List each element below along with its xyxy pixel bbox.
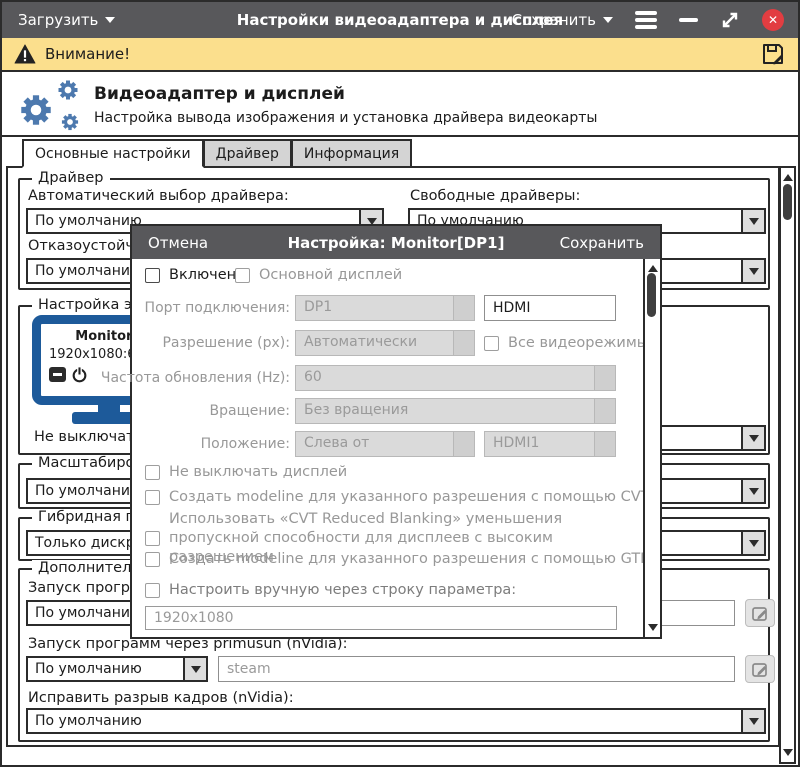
dpms-checkbox[interactable]	[145, 465, 160, 480]
enabled-checkbox-row: Включен	[145, 267, 236, 283]
minimize-icon[interactable]	[679, 18, 698, 22]
position-target-combo: HDMI1	[484, 431, 616, 457]
edit-pencil-icon	[751, 660, 769, 678]
tab-bar: Основные настройки Драйвер Информация	[22, 139, 412, 166]
chevron-down-icon	[603, 17, 613, 28]
cvt-label: Создать modeline для указанного разрешен…	[169, 489, 650, 505]
free-drivers-label: Свободные драйверы:	[410, 188, 580, 204]
cvt-checkbox[interactable]	[145, 490, 160, 505]
combo-button	[453, 432, 474, 456]
resolution-label: Разрешение (px):	[162, 330, 290, 356]
monitor-settings-dialog: Отмена Настройка: Monitor[DP1] Сохранить…	[130, 224, 662, 639]
all-videomodes-checkbox[interactable]	[484, 336, 499, 351]
chevron-down-icon	[105, 17, 115, 28]
rotation-label: Вращение:	[210, 398, 290, 424]
refresh-combo: 60	[295, 365, 616, 391]
enabled-label: Включен	[169, 267, 236, 283]
rotation-combo: Без вращения	[295, 398, 616, 424]
scroll-up-icon[interactable]	[781, 172, 794, 181]
combo-button	[594, 366, 615, 390]
page-title: Видеоадаптер и дисплей	[94, 84, 597, 104]
group-driver-title: Драйвер	[32, 170, 110, 186]
dropdown-arrow-icon	[749, 268, 759, 280]
tab-information[interactable]: Информация	[292, 139, 412, 168]
save-menu-button[interactable]: Сохранить	[512, 11, 613, 29]
dialog-cancel-button[interactable]: Отмена	[148, 234, 208, 252]
save-menu-label: Сохранить	[512, 11, 596, 29]
combo-button	[594, 399, 615, 423]
all-videomodes-label: Все видеорежимы	[508, 335, 648, 351]
warning-icon	[14, 44, 36, 64]
manual-row: Настроить вручную через строку параметра…	[145, 582, 516, 598]
position-combo: Слева от	[295, 431, 475, 457]
dropdown-arrow-icon	[749, 488, 759, 500]
page-subtitle: Настройка вывода изображения и установка…	[94, 110, 597, 126]
auto-driver-label: Автоматический выбор драйвера:	[28, 188, 289, 204]
dropdown-arrow-icon	[749, 718, 759, 730]
dpms-row: Не выключать дисплей	[145, 464, 347, 480]
dropdown-arrow-icon	[749, 218, 759, 230]
edit-pencil-icon	[751, 604, 769, 622]
dropdown-arrow-icon	[749, 540, 759, 552]
load-menu-button[interactable]: Загрузить	[2, 11, 115, 29]
optirun-edit-button[interactable]	[745, 599, 775, 627]
power-icon[interactable]	[71, 366, 88, 383]
port-label: Порт подключения:	[145, 295, 290, 321]
disable-display-icon[interactable]	[49, 367, 66, 382]
cvt-row: Создать modeline для указанного разрешен…	[145, 489, 650, 505]
combo-button	[594, 432, 615, 456]
app-header: Видеоадаптер и дисплей Настройка вывода …	[2, 74, 798, 137]
primus-dropdown[interactable]: По умолчанию	[26, 656, 208, 682]
warning-bar: Внимание!	[2, 38, 798, 72]
manual-label: Настроить вручную через строку параметра…	[169, 582, 516, 598]
refresh-label: Частота обновления (Hz):	[101, 365, 290, 391]
expand-icon[interactable]	[720, 10, 740, 30]
all-modes-row: Все видеорежимы	[484, 335, 648, 351]
scrollbar-thumb[interactable]	[647, 273, 656, 317]
primus-edit-button[interactable]	[745, 655, 775, 683]
gtf-checkbox[interactable]	[145, 552, 160, 567]
dialog-header: Отмена Настройка: Monitor[DP1] Сохранить	[132, 226, 660, 259]
cvt-rb-checkbox[interactable]	[145, 531, 160, 546]
monitor-stand	[98, 397, 120, 413]
scroll-down-icon[interactable]	[781, 749, 794, 758]
tearfree-dropdown[interactable]: По умолчанию	[26, 708, 766, 734]
gtf-label: Создать modeline для указанного разрешен…	[169, 551, 649, 567]
load-menu-label: Загрузить	[18, 11, 98, 29]
combo-button	[453, 331, 474, 355]
dialog-scrollbar[interactable]	[643, 259, 660, 637]
dropdown-arrow-icon	[191, 666, 201, 678]
primary-display-label: Основной дисплей	[259, 267, 402, 283]
port-input[interactable]	[484, 295, 616, 321]
combo-button	[453, 296, 474, 320]
gears-icon	[10, 76, 88, 134]
port-combo: DP1	[295, 295, 475, 321]
titlebar: Загрузить Настройки видеоадаптера и дисп…	[2, 2, 798, 38]
scroll-down-icon[interactable]	[645, 624, 660, 633]
primary-display-checkbox[interactable]	[235, 268, 250, 283]
enabled-checkbox[interactable]	[145, 268, 160, 283]
scroll-up-icon[interactable]	[645, 263, 660, 272]
dialog-save-button[interactable]: Сохранить	[560, 234, 644, 252]
primary-checkbox-row: Основной дисплей	[235, 267, 402, 283]
warning-text: Внимание!	[45, 45, 130, 63]
resolution-combo: Автоматически	[295, 330, 475, 356]
tab-driver[interactable]: Драйвер	[204, 139, 292, 168]
page-scrollbar[interactable]	[779, 166, 796, 764]
tab-main-settings[interactable]: Основные настройки	[22, 139, 204, 168]
save-file-icon[interactable]	[760, 41, 786, 67]
gtf-row: Создать modeline для указанного разрешен…	[145, 551, 649, 567]
dropdown-arrow-icon	[749, 435, 759, 447]
close-icon[interactable]: ✕	[762, 9, 784, 31]
scrollbar-thumb[interactable]	[783, 184, 792, 220]
manual-checkbox[interactable]	[145, 583, 160, 598]
dpms-label: Не выключать дисплей	[169, 464, 347, 480]
tearfree-label: Исправить разрыв кадров (nVidia):	[28, 690, 294, 706]
manual-modeline-input[interactable]	[145, 606, 617, 630]
menu-icon[interactable]	[635, 11, 657, 29]
position-label: Положение:	[201, 431, 290, 457]
primus-command-input[interactable]	[218, 656, 735, 682]
